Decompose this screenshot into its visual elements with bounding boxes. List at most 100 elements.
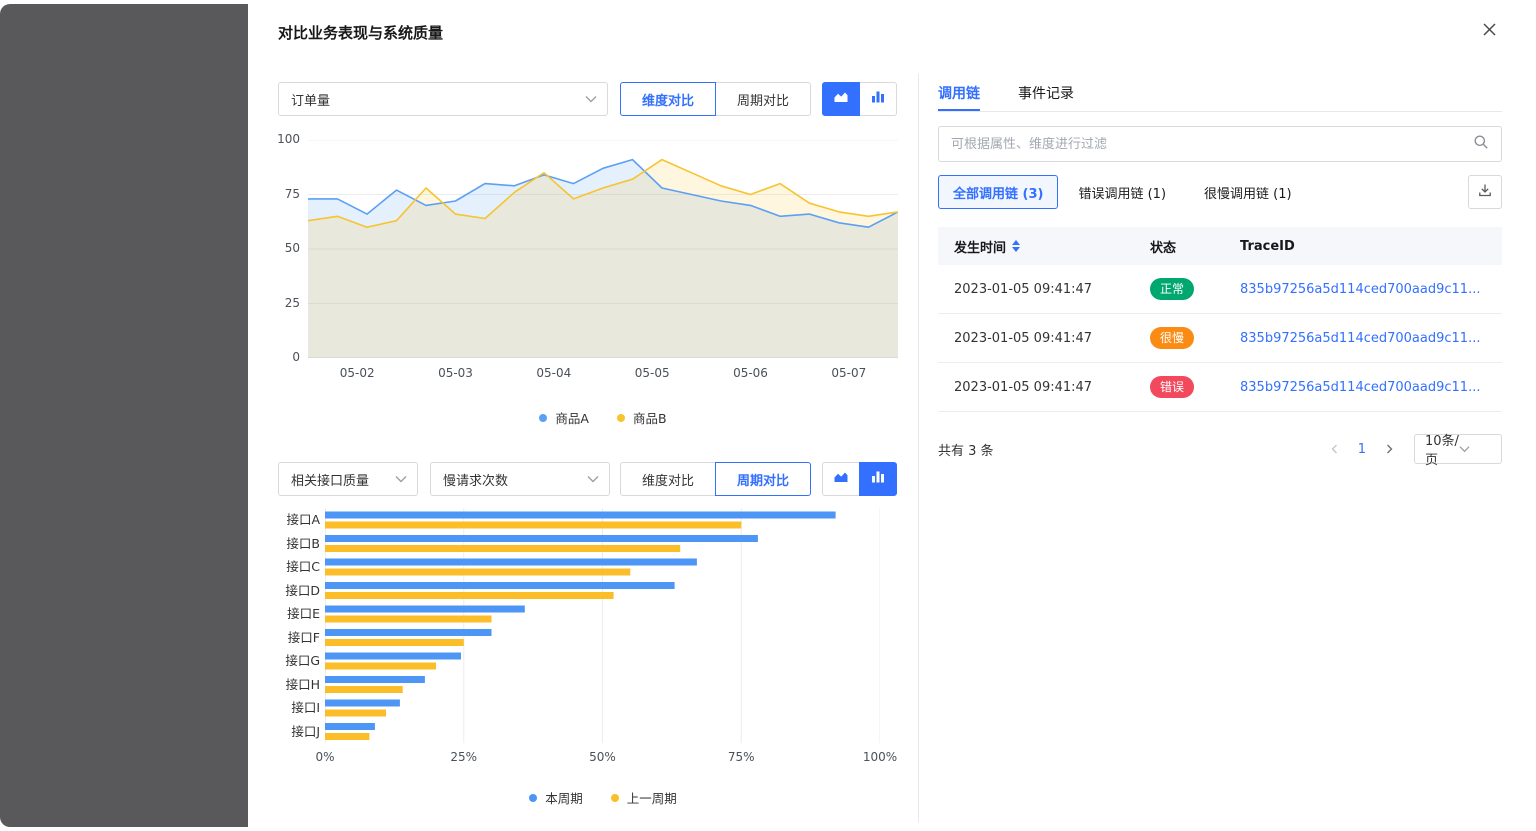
trace-filters: 全部调用链 (3) 错误调用链 (1) 很慢调用链 (1) bbox=[938, 175, 1502, 209]
chevron-down-icon bbox=[587, 472, 599, 487]
bar-chart-legend: 本周期 上一周期 bbox=[308, 788, 898, 807]
row-time: 2023-01-05 09:41:47 bbox=[938, 380, 1150, 395]
trace-id-link[interactable]: 835b97256a5d114ced700aad9c11... bbox=[1240, 331, 1502, 346]
bottom-bar-chart-type-button[interactable] bbox=[859, 462, 897, 496]
bar-chart-icon bbox=[870, 89, 886, 109]
y-tick-label: 100 bbox=[277, 132, 300, 146]
top-chart-type-toggle bbox=[822, 82, 898, 116]
legend-dot bbox=[611, 794, 619, 802]
top-compare-segment: 维度对比 周期对比 bbox=[620, 82, 812, 116]
tab-event-records[interactable]: 事件记录 bbox=[1018, 76, 1074, 111]
page-size-select[interactable]: 10条/页 bbox=[1414, 434, 1502, 464]
top-chart-controls: 订单量 维度对比 周期对比 bbox=[278, 82, 898, 116]
x-tick-label: 75% bbox=[728, 750, 755, 764]
x-tick-label: 25% bbox=[450, 750, 477, 764]
x-tick-label: 05-07 bbox=[831, 366, 866, 380]
chevron-left-icon[interactable] bbox=[1324, 438, 1346, 460]
x-tick-label: 05-03 bbox=[438, 366, 473, 380]
chevron-right-icon[interactable] bbox=[1378, 438, 1400, 460]
category-label: 接口I bbox=[258, 696, 320, 720]
x-tick-label: 05-05 bbox=[635, 366, 670, 380]
bar-chart-plot bbox=[325, 508, 880, 743]
category-label: 接口E bbox=[258, 602, 320, 626]
bottom-metric-select[interactable]: 慢请求次数 bbox=[430, 462, 610, 496]
top-line-chart-type-button[interactable] bbox=[822, 82, 860, 116]
y-tick-label: 0 bbox=[292, 350, 300, 364]
header-traceid: TraceID bbox=[1240, 239, 1502, 254]
sort-icon[interactable] bbox=[1012, 240, 1020, 252]
trace-id-link[interactable]: 835b97256a5d114ced700aad9c11... bbox=[1240, 282, 1502, 297]
category-label: 接口C bbox=[258, 555, 320, 579]
bottom-category-select[interactable]: 相关接口质量 bbox=[278, 462, 418, 496]
legend-item-series-a[interactable]: 商品A bbox=[539, 408, 589, 427]
legend-dot bbox=[529, 794, 537, 802]
header-time-label: 发生时间 bbox=[954, 237, 1006, 256]
table-row[interactable]: 2023-01-05 09:41:47 很慢 835b97256a5d114ce… bbox=[938, 314, 1502, 363]
top-period-compare-button[interactable]: 周期对比 bbox=[715, 82, 811, 116]
y-tick-label: 50 bbox=[285, 241, 300, 255]
table-row[interactable]: 2023-01-05 09:41:47 正常 835b97256a5d114ce… bbox=[938, 265, 1502, 314]
filter-error-traces[interactable]: 错误调用链 (1) bbox=[1078, 175, 1166, 209]
row-time: 2023-01-05 09:41:47 bbox=[938, 331, 1150, 346]
top-metric-select-value: 订单量 bbox=[291, 90, 585, 109]
bar-chart-category-axis: 接口A接口B接口C接口D接口E接口F接口G接口H接口I接口J bbox=[258, 508, 320, 743]
trace-filter-search bbox=[938, 126, 1502, 162]
top-bar-chart-type-button[interactable] bbox=[859, 82, 897, 116]
category-label: 接口H bbox=[258, 673, 320, 697]
trace-table-header: 发生时间 状态 TraceID bbox=[938, 227, 1502, 265]
y-tick-label: 75 bbox=[285, 187, 300, 201]
total-count: 共有 3 条 bbox=[938, 440, 994, 459]
area-chart-icon bbox=[833, 469, 849, 489]
x-tick-label: 05-02 bbox=[340, 366, 375, 380]
line-chart-x-axis: 05-0205-0305-0405-0505-0605-07 bbox=[308, 366, 898, 382]
bar-chart bbox=[325, 508, 880, 743]
category-label: 接口F bbox=[258, 626, 320, 650]
top-dimension-compare-button[interactable]: 维度对比 bbox=[620, 82, 716, 116]
filter-all-traces[interactable]: 全部调用链 (3) bbox=[938, 175, 1058, 209]
bottom-dimension-compare-button[interactable]: 维度对比 bbox=[620, 462, 716, 496]
legend-item-series-b[interactable]: 商品B bbox=[617, 408, 667, 427]
page-size-value: 10条/页 bbox=[1425, 430, 1459, 468]
bar-chart-x-axis: 0%25%50%75%100% bbox=[325, 750, 880, 766]
x-tick-label: 05-06 bbox=[733, 366, 768, 380]
search-icon[interactable] bbox=[1473, 134, 1489, 154]
category-label: 接口A bbox=[258, 508, 320, 532]
filter-slow-traces[interactable]: 很慢调用链 (1) bbox=[1204, 175, 1292, 209]
legend-label: 本周期 bbox=[545, 788, 583, 807]
bottom-category-select-value: 相关接口质量 bbox=[291, 470, 395, 489]
header-status: 状态 bbox=[1150, 237, 1240, 256]
bottom-metric-select-value: 慢请求次数 bbox=[443, 470, 587, 489]
bottom-period-compare-button[interactable]: 周期对比 bbox=[715, 462, 811, 496]
right-pane-tabs: 调用链 事件记录 bbox=[938, 76, 1502, 112]
x-tick-label: 100% bbox=[863, 750, 897, 764]
category-label: 接口B bbox=[258, 532, 320, 556]
top-metric-select[interactable]: 订单量 bbox=[278, 82, 608, 116]
trace-table: 发生时间 状态 TraceID 2023-01-05 09:41:47 正常 8… bbox=[938, 227, 1502, 412]
category-label: 接口J bbox=[258, 720, 320, 744]
bottom-line-chart-type-button[interactable] bbox=[822, 462, 860, 496]
compare-modal: 对比业务表现与系统质量 订单量 维度对比 周期对比 0255075100 05-… bbox=[248, 0, 1536, 831]
bottom-chart-controls: 相关接口质量 慢请求次数 维度对比 周期对比 bbox=[278, 462, 898, 496]
chevron-down-icon bbox=[395, 472, 407, 487]
header-time[interactable]: 发生时间 bbox=[938, 237, 1150, 256]
legend-label: 商品A bbox=[555, 408, 589, 427]
bottom-compare-segment: 维度对比 周期对比 bbox=[620, 462, 812, 496]
legend-item-current-period[interactable]: 本周期 bbox=[529, 788, 583, 807]
trace-id-link[interactable]: 835b97256a5d114ced700aad9c11... bbox=[1240, 380, 1502, 395]
line-chart bbox=[308, 140, 898, 358]
close-button[interactable] bbox=[1478, 20, 1500, 42]
download-button[interactable] bbox=[1468, 175, 1502, 209]
page-number[interactable]: 1 bbox=[1358, 442, 1366, 457]
legend-item-previous-period[interactable]: 上一周期 bbox=[611, 788, 677, 807]
pane-divider bbox=[918, 74, 919, 822]
modal-backdrop[interactable] bbox=[0, 4, 248, 827]
close-icon bbox=[1482, 22, 1497, 41]
status-badge: 错误 bbox=[1150, 376, 1194, 398]
line-chart-plot bbox=[308, 140, 898, 358]
search-input[interactable] bbox=[951, 137, 1473, 152]
table-row[interactable]: 2023-01-05 09:41:47 错误 835b97256a5d114ce… bbox=[938, 363, 1502, 412]
bottom-chart-type-toggle bbox=[822, 462, 898, 496]
status-badge: 很慢 bbox=[1150, 327, 1194, 349]
x-tick-label: 0% bbox=[315, 750, 334, 764]
tab-trace-chain[interactable]: 调用链 bbox=[938, 76, 980, 111]
